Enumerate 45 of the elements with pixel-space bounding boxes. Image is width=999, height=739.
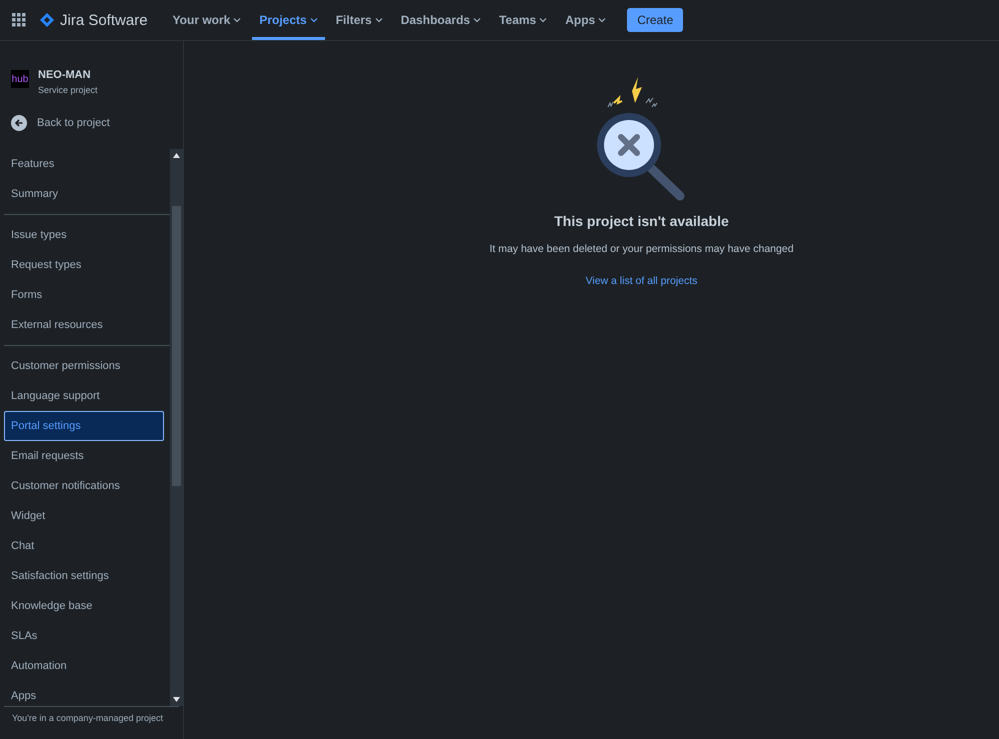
create-button[interactable]: Create — [627, 8, 684, 32]
sidebar-item[interactable]: Email requests — [4, 441, 164, 471]
chevron-down-icon — [539, 16, 548, 24]
scroll-up-icon[interactable] — [173, 153, 180, 158]
chevron-down-icon — [310, 16, 318, 24]
sidebar-item[interactable]: SLAs — [4, 621, 164, 651]
error-title: This project isn't available — [554, 213, 729, 229]
scroll-down-icon[interactable] — [173, 697, 180, 702]
footer-note: You're in a company-managed project — [4, 706, 179, 739]
nav-menu-tab[interactable]: Your work — [166, 0, 248, 40]
sidebar-item[interactable]: Summary — [4, 179, 164, 209]
sidebar-item[interactable]: Language support — [4, 381, 164, 411]
error-message: It may have been deleted or your permissions may have changed — [489, 243, 794, 255]
chevron-down-icon — [374, 16, 383, 24]
nav-menu-tab[interactable]: Teams — [492, 0, 554, 40]
nav-menu-tab[interactable]: Dashboards — [394, 0, 488, 40]
nav-menu-tab[interactable]: Apps — [558, 0, 614, 40]
sidebar-item[interactable]: Chat — [4, 531, 164, 561]
sidebar-item[interactable]: Knowledge base — [4, 591, 164, 621]
sidebar-item[interactable]: Customer permissions — [4, 351, 164, 381]
sidebar-item[interactable]: Apps — [4, 681, 164, 706]
nav-menu-tab[interactable]: Projects — [252, 0, 325, 40]
sidebar-item[interactable]: Portal settings — [4, 411, 164, 441]
scrollbar[interactable] — [170, 149, 183, 706]
sidebar-item[interactable]: External resources — [4, 310, 164, 340]
project-type: Service project — [38, 85, 98, 95]
project-logo: hub — [11, 70, 29, 88]
sidebar-item[interactable]: Issue types — [4, 220, 164, 250]
sidebar-item[interactable]: Forms — [4, 280, 164, 310]
all-projects-link[interactable]: View a list of all projects — [586, 275, 698, 287]
product-name: Jira Software — [60, 12, 148, 28]
app-grid-icon[interactable] — [12, 13, 26, 27]
sidebar-item[interactable]: Request types — [4, 250, 164, 280]
sidebar-item[interactable]: Widget — [4, 501, 164, 531]
nav-menu-tab[interactable]: Filters — [328, 0, 390, 40]
sidebar-item[interactable]: Automation — [4, 651, 164, 681]
sidebar-item[interactable]: Features — [4, 149, 164, 179]
chevron-down-icon — [233, 16, 242, 24]
sidebar-item[interactable]: Customer notifications — [4, 471, 164, 501]
chevron-down-icon — [473, 16, 482, 24]
sidebar-item[interactable]: Satisfaction settings — [4, 561, 164, 591]
diamond-logo-icon — [40, 13, 54, 27]
chevron-down-icon — [598, 16, 606, 24]
project-name: NEO-MAN — [38, 69, 92, 81]
back-to-project-link[interactable]: Back to project — [0, 97, 183, 149]
